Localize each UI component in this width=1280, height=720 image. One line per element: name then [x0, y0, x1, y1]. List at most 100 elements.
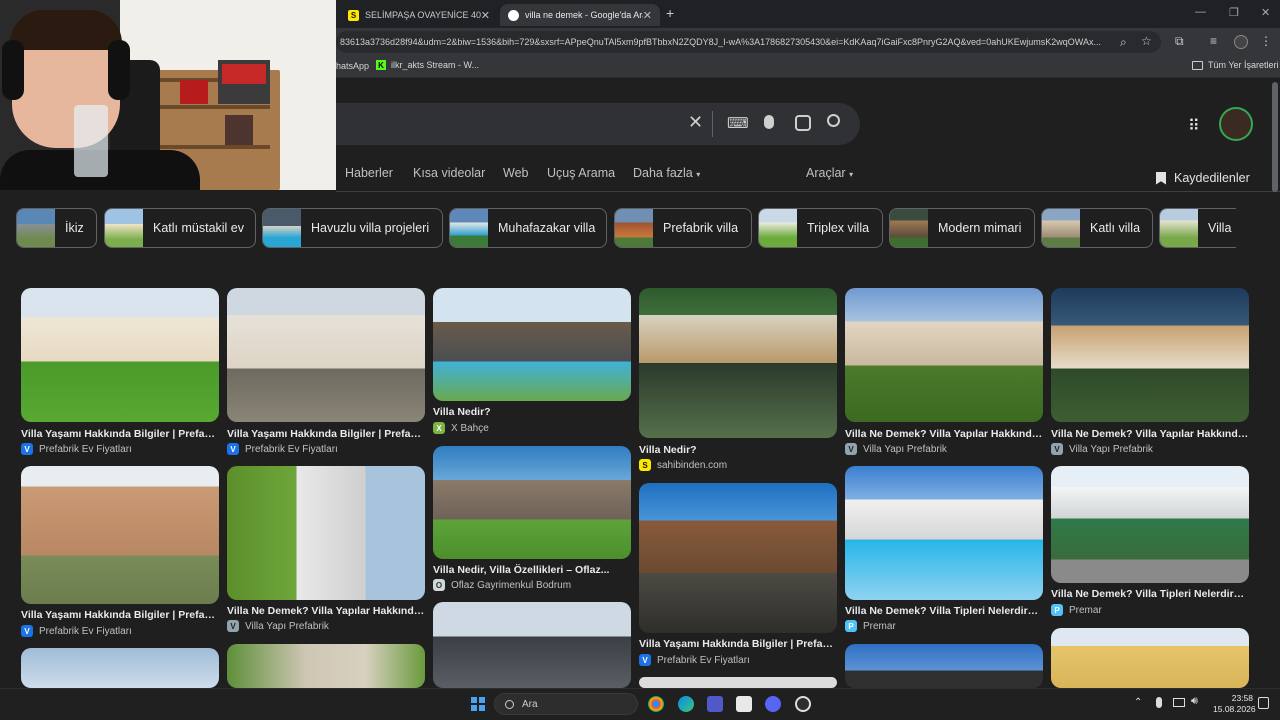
search-box[interactable] — [300, 103, 860, 145]
nav-tab-short-videos[interactable]: Kısa videolar — [413, 166, 485, 180]
edge-icon[interactable] — [678, 696, 694, 712]
apps-grid-icon[interactable]: ⠿ — [1188, 116, 1201, 136]
result-title[interactable]: Villa Yaşamı Hakkında Bilgiler | Prefabr… — [639, 638, 837, 650]
result-image[interactable] — [639, 483, 837, 633]
result-source[interactable]: Oflaz Gayrimenkul Bodrum — [451, 580, 571, 591]
nav-tab-flights[interactable]: Uçuş Arama — [547, 166, 615, 180]
result-image[interactable] — [433, 602, 631, 688]
profile-avatar[interactable] — [1234, 35, 1248, 49]
obs-icon[interactable] — [795, 696, 811, 712]
discord-icon[interactable] — [765, 696, 781, 712]
search-icon[interactable] — [827, 114, 840, 127]
result-title[interactable]: Villa Nedir, Villa Özellikleri – Oflaz..… — [433, 564, 631, 576]
result-source[interactable]: X Bahçe — [451, 423, 489, 434]
page-scrollbar[interactable] — [1272, 82, 1278, 192]
close-tab-icon[interactable]: ✕ — [643, 9, 652, 22]
media-icon[interactable]: ≡ — [1210, 34, 1217, 48]
teams-icon[interactable] — [707, 696, 723, 712]
new-tab-button[interactable]: + — [666, 5, 674, 21]
result-image[interactable] — [21, 466, 219, 604]
result-title[interactable]: Villa Yaşamı Hakkında Bilgiler | Prefabr… — [21, 428, 219, 440]
clear-search-icon[interactable]: ✕ — [688, 112, 703, 133]
result-image[interactable] — [1051, 466, 1249, 583]
maximize-icon[interactable]: ❐ — [1229, 6, 1239, 19]
chip-havuzlu-villa[interactable]: Havuzlu villa projeleri — [262, 208, 443, 248]
start-button[interactable] — [471, 697, 485, 711]
chip-katli-villa[interactable]: Katlı villa — [1041, 208, 1153, 248]
result-image[interactable] — [227, 288, 425, 422]
result-source[interactable]: Prefabrik Ev Fiyatları — [39, 444, 132, 455]
menu-icon[interactable]: ⋮ — [1260, 34, 1272, 48]
keyboard-icon[interactable]: ⌨ — [727, 114, 749, 132]
result-title[interactable]: Villa Ne Demek? Villa Yapılar Hakkında..… — [1051, 428, 1249, 440]
chrome-icon[interactable] — [648, 696, 664, 712]
result-image[interactable] — [845, 644, 1043, 688]
tools-button[interactable]: Araçlar ▾ — [806, 166, 853, 180]
result-title[interactable]: Villa Ne Demek? Villa Yapılar Hakkında..… — [845, 428, 1043, 440]
result-title[interactable]: Villa Ne Demek? Villa Yapılar Hakkında..… — [227, 605, 425, 617]
result-source[interactable]: Premar — [863, 621, 896, 632]
notifications-icon[interactable] — [1258, 697, 1269, 709]
saved-button[interactable]: Kaydedilenler — [1156, 171, 1250, 185]
result-title[interactable]: Villa Yaşamı Hakkında Bilgiler | Prefabr… — [227, 428, 425, 440]
minimize-icon[interactable]: — — [1195, 6, 1206, 18]
result-title[interactable]: Villa Nedir? — [639, 444, 837, 456]
account-avatar[interactable] — [1219, 107, 1253, 141]
all-bookmarks[interactable]: Tüm Yer İşaretleri — [1192, 60, 1279, 70]
result-image[interactable] — [845, 466, 1043, 600]
nav-tab-more[interactable]: Daha fazla ▾ — [633, 166, 700, 180]
result-image[interactable] — [433, 446, 631, 559]
result-image[interactable] — [227, 644, 425, 688]
result-image[interactable] — [21, 288, 219, 422]
network-icon[interactable] — [1173, 698, 1185, 707]
result-title[interactable]: Villa Ne Demek? Villa Tipleri Nelerdir? … — [1051, 588, 1249, 600]
result-source[interactable]: sahibinden.com — [657, 460, 727, 471]
result-image[interactable] — [845, 288, 1043, 422]
result-image[interactable] — [21, 648, 219, 688]
result-title[interactable]: Villa Nedir? — [433, 406, 631, 418]
result-title[interactable]: Villa Yaşamı Hakkında Bilgiler | Prefabr… — [21, 609, 219, 621]
zoom-icon[interactable]: ⌕ — [1120, 35, 1127, 50]
chip-modern-mimari[interactable]: Modern mimari — [889, 208, 1035, 248]
chip-ikiz[interactable]: İkiz — [16, 208, 97, 248]
chip-prefabrik-villa[interactable]: Prefabrik villa — [614, 208, 752, 248]
microphone-tray-icon[interactable] — [1156, 697, 1162, 708]
taskbar-clock[interactable]: 23:58 15.08.2026 — [1213, 693, 1256, 715]
tab-google-search[interactable]: villa ne demek - Google'da Ara ✕ — [500, 4, 660, 26]
result-image[interactable] — [433, 288, 631, 401]
bookmark-whatsapp[interactable]: hatsApp — [336, 61, 369, 71]
nav-tab-news[interactable]: Haberler — [345, 166, 393, 180]
address-bar[interactable]: 83613a3736d28f94&udm=2&biw=1536&bih=729&… — [336, 31, 1161, 53]
result-title[interactable]: Villa Ne Demek? Villa Tipleri Nelerdir? … — [845, 605, 1043, 617]
volume-icon[interactable]: 🔊︎ — [1191, 695, 1198, 708]
nav-tab-web[interactable]: Web — [503, 166, 528, 180]
chip-triplex-villa[interactable]: Triplex villa — [758, 208, 883, 248]
result-image[interactable] — [1051, 628, 1249, 688]
result-image[interactable] — [227, 466, 425, 600]
microphone-icon[interactable] — [764, 115, 774, 129]
result-source[interactable]: Villa Yapı Prefabrik — [245, 621, 329, 632]
chip-muhafazakar-villa[interactable]: Muhafazakar villa — [449, 208, 607, 248]
result-source[interactable]: Premar — [1069, 605, 1102, 616]
lens-camera-icon[interactable] — [795, 115, 811, 131]
extensions-icon[interactable]: ⧉ — [1175, 34, 1184, 49]
result-source[interactable]: Villa Yapı Prefabrik — [1069, 444, 1153, 455]
bookmark-star-icon[interactable]: ☆ — [1141, 34, 1152, 48]
chip-katli-mustakil-ev[interactable]: Katlı müstakil ev — [104, 208, 256, 248]
close-window-icon[interactable]: ✕ — [1261, 6, 1270, 19]
result-image[interactable] — [639, 288, 837, 438]
result-image[interactable] — [639, 677, 837, 688]
result-source[interactable]: Villa Yapı Prefabrik — [863, 444, 947, 455]
capture-icon[interactable] — [736, 696, 752, 712]
result-source[interactable]: Prefabrik Ev Fiyatları — [657, 655, 750, 666]
close-tab-icon[interactable]: ✕ — [481, 9, 490, 22]
tab-sahibinden[interactable]: S SELİMPAŞA OVAYENİCE 40 DÖN ✕ — [340, 4, 498, 26]
result-source[interactable]: Prefabrik Ev Fiyatları — [39, 626, 132, 637]
taskbar-search[interactable]: Ara — [494, 693, 638, 715]
bookmark-kick-stream[interactable]: K ilkr_akts Stream - W... — [376, 60, 479, 70]
tray-overflow-icon[interactable]: ⌃ — [1134, 697, 1142, 708]
bookmark-label: ilkr_akts Stream - W... — [391, 60, 480, 70]
chip-villa[interactable]: Villa — [1159, 208, 1236, 248]
result-image[interactable] — [1051, 288, 1249, 422]
result-source[interactable]: Prefabrik Ev Fiyatları — [245, 444, 338, 455]
